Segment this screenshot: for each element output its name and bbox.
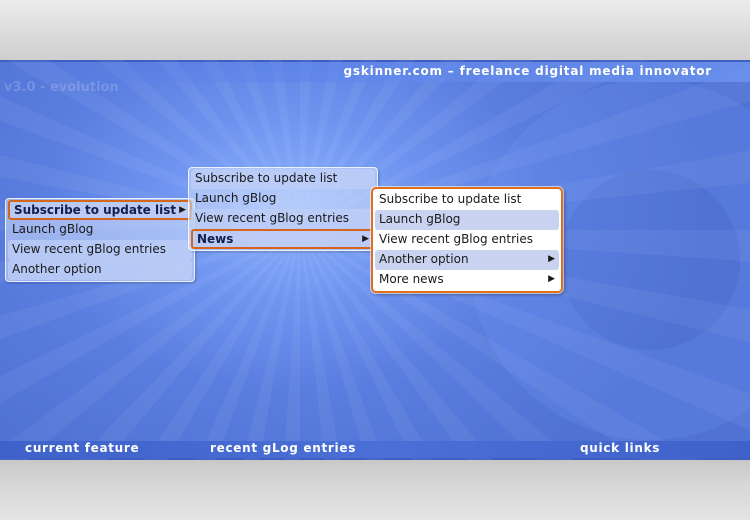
menu3-item-subscribe[interactable]: Subscribe to update list (375, 190, 559, 210)
menu-item-label: Subscribe to update list (14, 203, 177, 217)
footer-quick-links[interactable]: quick links (580, 441, 660, 455)
menu2-item-view-recent[interactable]: View recent gBlog entries (191, 209, 375, 229)
menu-item-label: View recent gBlog entries (12, 242, 167, 256)
footer-recent-entries[interactable]: recent gLog entries (210, 441, 356, 455)
footer-current-feature[interactable]: current feature (25, 441, 139, 455)
menu-item-label: View recent gBlog entries (195, 211, 350, 225)
menu1-item-subscribe[interactable]: Subscribe to update list ▶ (8, 200, 192, 220)
version-text: v3.0 - evolution (4, 80, 119, 95)
menu3-item-more-news[interactable]: More news ▶ (375, 270, 559, 290)
menu2-item-subscribe[interactable]: Subscribe to update list (191, 169, 375, 189)
menu-level-1: Subscribe to update list ▶ Launch gBlog … (5, 198, 195, 282)
menu-level-3: Subscribe to update list Launch gBlog Vi… (371, 187, 563, 293)
submenu-arrow-icon: ▶ (362, 234, 369, 244)
bottom-frame (0, 460, 750, 520)
menu-item-label: Another option (379, 252, 469, 266)
submenu-arrow-icon: ▶ (548, 274, 555, 284)
menu-item-label: Another option (12, 262, 102, 276)
menu-item-label: View recent gBlog entries (379, 232, 534, 246)
site-title: gskinner.com – freelance digital media i… (343, 64, 712, 78)
menu3-item-another-option[interactable]: Another option ▶ (375, 250, 559, 270)
menu3-item-view-recent[interactable]: View recent gBlog entries (375, 230, 559, 250)
submenu-arrow-icon: ▶ (179, 205, 186, 215)
menu2-item-launch-gblog[interactable]: Launch gBlog (191, 189, 375, 209)
menu-item-label: Subscribe to update list (195, 171, 338, 185)
menu-item-label: Subscribe to update list (379, 192, 522, 206)
submenu-arrow-icon: ▶ (548, 254, 555, 264)
menu-item-label: Launch gBlog (195, 191, 277, 205)
menu-level-2: Subscribe to update list Launch gBlog Vi… (188, 167, 378, 251)
menu-item-label: News (197, 232, 234, 246)
footer-bar: current feature recent gLog entries quic… (0, 441, 750, 458)
menu-item-label: More news (379, 272, 444, 286)
menu1-item-launch-gblog[interactable]: Launch gBlog (8, 220, 192, 240)
top-frame (0, 0, 750, 60)
menu1-item-view-recent[interactable]: View recent gBlog entries (8, 240, 192, 260)
menu2-item-news[interactable]: News ▶ (191, 229, 375, 249)
menu-item-label: Launch gBlog (12, 222, 94, 236)
menu1-item-another-option[interactable]: Another option (8, 260, 192, 280)
menu3-item-launch-gblog[interactable]: Launch gBlog (375, 210, 559, 230)
main-stage: gskinner.com – freelance digital media i… (0, 60, 750, 460)
menu-item-label: Launch gBlog (379, 212, 461, 226)
